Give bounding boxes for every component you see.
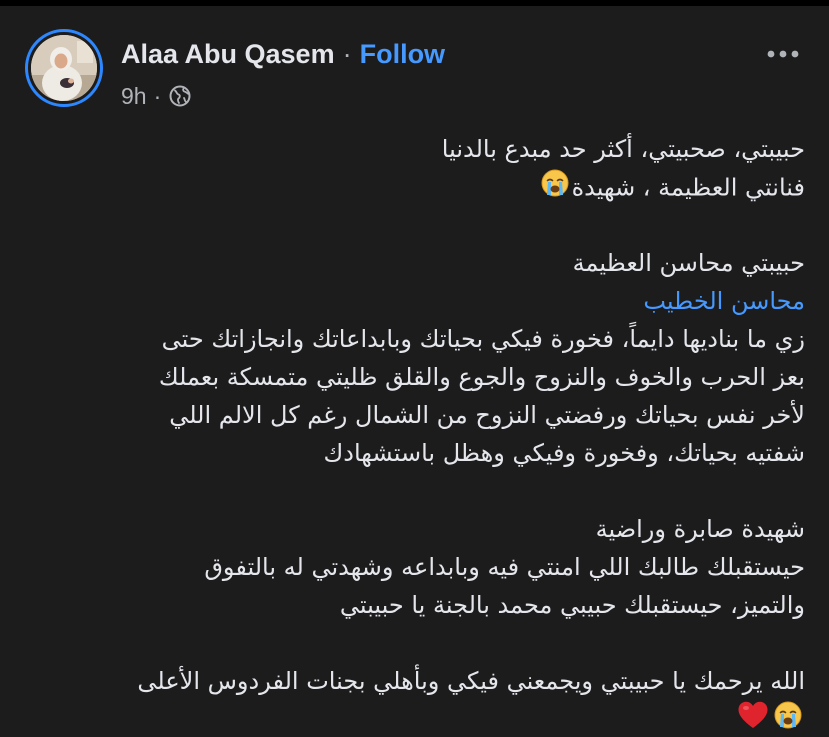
- author-name[interactable]: Alaa Abu Qasem: [121, 39, 335, 70]
- post-line: حبيبتي محاسن العظيمة: [572, 249, 805, 277]
- meta-separator: ·: [153, 82, 162, 109]
- post-text: حبيبتي، صحبيتي، أكثر حد مبدع بالدنيا فنا…: [20, 130, 805, 730]
- post-line: لأخر نفس بحياتك ورفضتي النزوح من الشمال …: [169, 401, 805, 429]
- post-card: Alaa Abu Qasem · Follow 9h · حبيبتي، صحب…: [0, 6, 829, 737]
- follow-button[interactable]: Follow: [360, 39, 445, 70]
- post-line: شهيدة صابرة وراضية: [595, 515, 805, 543]
- post-header: Alaa Abu Qasem · Follow: [121, 34, 445, 74]
- post-line: شفتيه بحياتك، وفخورة وفيكي وهظل باستشهاد…: [323, 439, 805, 467]
- post-line: حيستقبلك طالبك اللي امنتي فيه وبابداعه و…: [204, 553, 805, 581]
- more-options-button[interactable]: [760, 36, 806, 72]
- loudly-crying-face-emoji: [540, 168, 570, 209]
- post-line: زي ما بناديها دايماً، فخورة فيكي بحياتك …: [161, 325, 805, 353]
- emoji-line: [20, 700, 805, 737]
- post-line: الله يرحمك يا حبيبتي ويجمعني فيكي وبأهلي…: [137, 667, 805, 695]
- mention-line: محاسن الخطيب: [20, 282, 805, 320]
- more-options-icon: [767, 50, 799, 58]
- avatar[interactable]: [31, 35, 97, 101]
- loudly-crying-face-emoji: [773, 700, 803, 737]
- post-line: حبيبتي، صحبيتي، أكثر حد مبدع بالدنيا: [441, 135, 805, 163]
- story-ring[interactable]: [25, 29, 103, 107]
- mention-link[interactable]: محاسن الخطيب: [643, 287, 805, 315]
- post-line-with-emoji: فنانتي العظيمة ، شهيدة: [20, 168, 805, 206]
- header-separator: ·: [342, 38, 352, 69]
- post-meta: 9h ·: [121, 80, 192, 112]
- post-line-text: فنانتي العظيمة ، شهيدة: [571, 173, 805, 202]
- post-timestamp[interactable]: 9h: [121, 83, 147, 110]
- post-line: والتميز، حيستقبلك حبيبي محمد بالجنة يا ح…: [339, 591, 805, 619]
- red-heart-emoji: [737, 700, 769, 737]
- globe-icon[interactable]: [168, 84, 192, 108]
- post-line: بعز الحرب والخوف والنزوح والجوع والقلق ظ…: [158, 363, 805, 391]
